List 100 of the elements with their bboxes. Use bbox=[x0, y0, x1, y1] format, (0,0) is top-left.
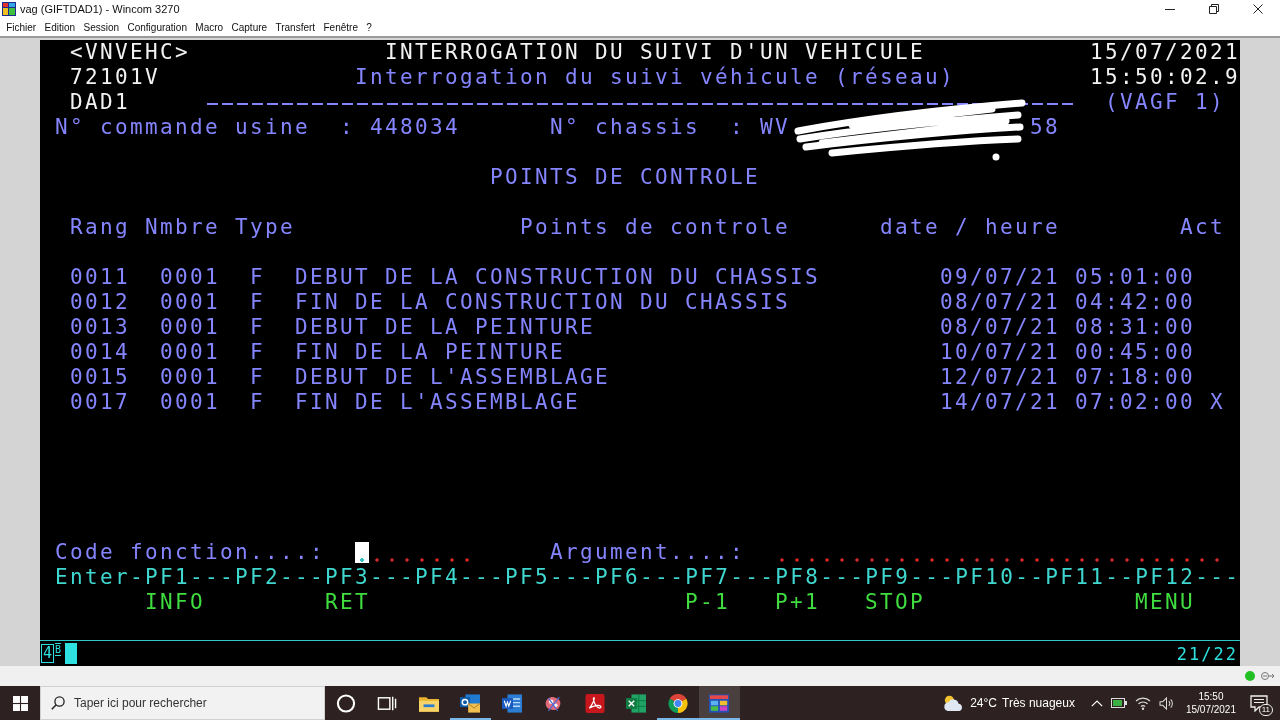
menu-item[interactable]: Macro bbox=[191, 20, 228, 34]
function-key-label: P-1 bbox=[685, 590, 730, 615]
screen-time: 15:50:02.9 bbox=[1090, 65, 1240, 90]
document-tile-icon bbox=[501, 693, 522, 713]
status-dot-icon bbox=[1245, 671, 1255, 681]
column-header: Type bbox=[235, 215, 295, 240]
column-header: Act bbox=[1180, 215, 1225, 240]
menu-item[interactable]: Capture bbox=[227, 20, 272, 34]
field-value: WV bbox=[760, 115, 790, 140]
function-key-label: RET bbox=[325, 590, 370, 615]
text-cursor bbox=[355, 542, 369, 563]
menu-item[interactable]: Transfert bbox=[271, 20, 320, 34]
temperature-text: 24°C bbox=[970, 696, 997, 710]
field-value: 58 bbox=[1030, 115, 1060, 140]
table-cell: X bbox=[1210, 390, 1225, 415]
envelope-tile-icon bbox=[460, 693, 481, 713]
segmented-circle-icon bbox=[667, 693, 688, 713]
system-id: (VAGF 1) bbox=[1105, 90, 1225, 115]
table-cell: 0001 bbox=[160, 365, 220, 390]
app-icon bbox=[2, 2, 16, 16]
terminal-id: DAD1 bbox=[70, 90, 130, 115]
table-cell: 07:02:00 bbox=[1075, 390, 1195, 415]
function-key-label: P+1 bbox=[775, 590, 820, 615]
close-icon bbox=[1253, 4, 1263, 14]
table-cell: 12/07/21 bbox=[940, 365, 1060, 390]
field-separator: : bbox=[340, 115, 355, 140]
table-cell: 08/07/21 bbox=[940, 290, 1060, 315]
column-header: Nmbre bbox=[145, 215, 220, 240]
table-cell: 0011 bbox=[70, 265, 130, 290]
table-cell: 0017 bbox=[70, 390, 130, 415]
table-cell: 0001 bbox=[160, 265, 220, 290]
chevron-up-icon[interactable] bbox=[1090, 699, 1103, 707]
taskbar-button[interactable] bbox=[698, 686, 740, 720]
table-cell: 08:31:00 bbox=[1075, 315, 1195, 340]
window-title: vag (GIFTDAD1) - Wincom 3270 bbox=[20, 3, 180, 15]
table-cell: DEBUT DE L'ASSEMBLAGE bbox=[295, 365, 610, 390]
column-header: date / heure bbox=[880, 215, 1060, 240]
menu-item[interactable]: Fichier bbox=[2, 20, 41, 34]
weather-condition: Très nuageux bbox=[1002, 696, 1075, 710]
menu-item[interactable]: Edition bbox=[40, 20, 80, 34]
table-cell: F bbox=[250, 365, 265, 390]
table-cell: F bbox=[250, 315, 265, 340]
table-cell: 0015 bbox=[70, 365, 130, 390]
field-label: N° chassis bbox=[550, 115, 700, 140]
function-key-label: STOP bbox=[865, 590, 925, 615]
cursor-position: 21/22 bbox=[1176, 643, 1238, 664]
table-cell: 05:01:00 bbox=[1075, 265, 1195, 290]
session-indicator: 4 bbox=[41, 644, 55, 663]
screen-subtitle: Interrogation du suivi véhicule (réseau) bbox=[355, 65, 955, 90]
speaker-icon[interactable] bbox=[1158, 696, 1174, 710]
table-cell: F bbox=[250, 390, 265, 415]
table-cell: FIN DE LA PEINTURE bbox=[295, 340, 565, 365]
table-cell: DEBUT DE LA CONSTRUCTION DU CHASSIS bbox=[295, 265, 820, 290]
table-cell: F bbox=[250, 340, 265, 365]
circle-icon bbox=[335, 693, 356, 713]
search-field[interactable]: Taper ici pour rechercher bbox=[40, 686, 325, 720]
grid-tile-icon bbox=[626, 693, 647, 713]
menu-item[interactable]: ? bbox=[362, 20, 377, 34]
table-cell: 0012 bbox=[70, 290, 130, 315]
table-cell: 07:18:00 bbox=[1075, 365, 1195, 390]
table-cell: 04:42:00 bbox=[1075, 290, 1195, 315]
menu-item[interactable]: Fenêtre bbox=[319, 20, 363, 34]
window-grid-icon bbox=[709, 693, 730, 713]
function-key-line: Enter-PF1---PF2---PF3---PF4---PF5---PF6---PF7---PF8---PF9---PF10--PF11--PF12--- bbox=[55, 565, 1240, 590]
minimize-icon bbox=[1165, 8, 1175, 10]
screen-title: INTERROGATION DU SUIVI D'UN VEHICULE bbox=[385, 40, 925, 65]
table-cell: 0001 bbox=[160, 390, 220, 415]
connection-icon bbox=[1261, 671, 1275, 681]
field-label: N° commande usine bbox=[55, 115, 310, 140]
wifi-icon[interactable] bbox=[1134, 696, 1151, 710]
battery-icon[interactable] bbox=[1110, 698, 1127, 708]
function-key-label: INFO bbox=[145, 590, 205, 615]
table-cell: 14/07/21 bbox=[940, 390, 1060, 415]
table-cell: FIN DE LA CONSTRUCTION DU CHASSIS bbox=[295, 290, 790, 315]
section-title: POINTS DE CONTROLE bbox=[490, 165, 760, 190]
column-header: Points de controle bbox=[520, 215, 790, 240]
field-label: Code fonction....: bbox=[55, 540, 325, 565]
table-cell: 0001 bbox=[160, 315, 220, 340]
table-cell: 10/07/21 bbox=[940, 340, 1060, 365]
function-key-label: MENU bbox=[1135, 590, 1195, 615]
notification-icon[interactable] bbox=[1250, 694, 1268, 712]
field-label: Argument....: bbox=[550, 540, 745, 565]
program-code: <VNVEHC> bbox=[70, 40, 190, 65]
field-value: 448034 bbox=[370, 115, 460, 140]
table-cell: DEBUT DE LA PEINTURE bbox=[295, 315, 595, 340]
menu-item[interactable]: Session bbox=[79, 20, 124, 34]
clock-time[interactable]: 15:50 bbox=[1198, 690, 1224, 703]
table-cell: 00:45:00 bbox=[1075, 340, 1195, 365]
table-cell: 0013 bbox=[70, 315, 130, 340]
table-cell: FIN DE L'ASSEMBLAGE bbox=[295, 390, 580, 415]
table-cell: 0001 bbox=[160, 340, 220, 365]
table-cell: 0001 bbox=[160, 290, 220, 315]
swirl-tile-icon bbox=[584, 693, 605, 713]
column-header: Rang bbox=[70, 215, 130, 240]
table-cell: F bbox=[250, 290, 265, 315]
menu-item[interactable]: Configuration bbox=[123, 20, 192, 34]
mode-indicator: B bbox=[55, 643, 62, 656]
windows-logo-icon bbox=[12, 695, 28, 711]
screen-date: 15/07/2021 bbox=[1090, 40, 1240, 65]
clock-date[interactable]: 15/07/2021 bbox=[1185, 703, 1236, 716]
